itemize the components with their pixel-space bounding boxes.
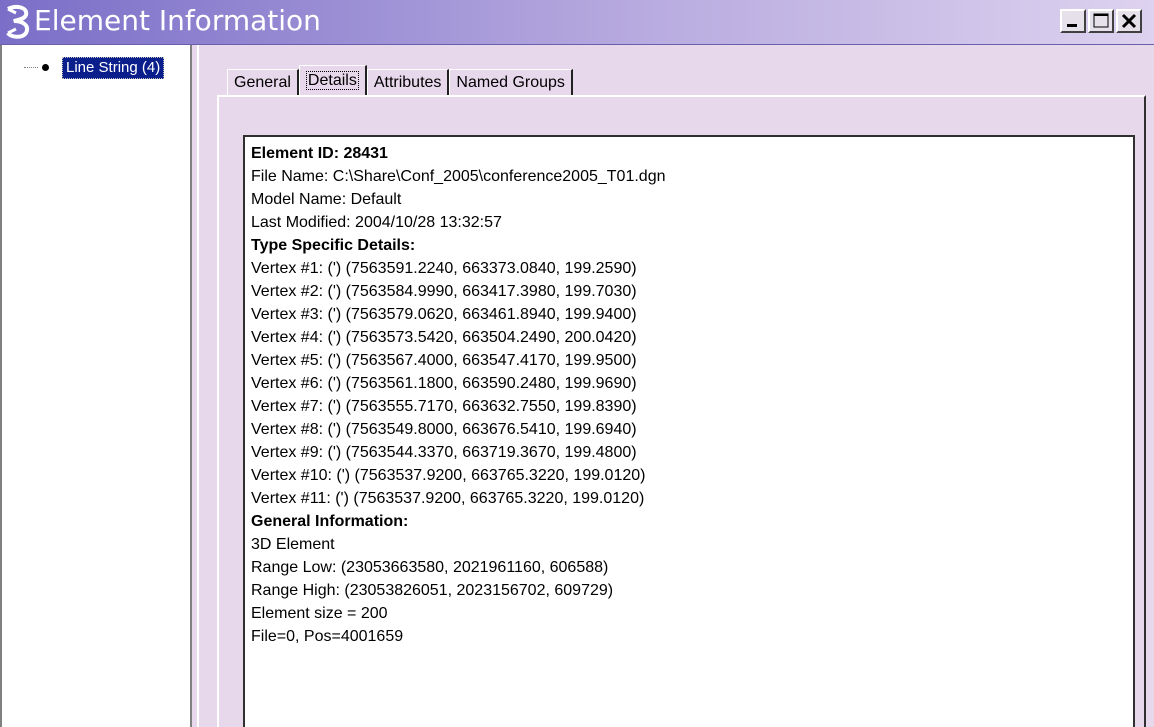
tab-attributes[interactable]: Attributes — [366, 69, 450, 96]
tab-named-groups[interactable]: Named Groups — [449, 69, 573, 96]
vertex-line: Vertex #1: (') (7563591.2240, 663373.084… — [251, 260, 637, 277]
details-text-box[interactable]: Element ID: 28431 File Name: C:\Share\Co… — [243, 135, 1135, 727]
tree-item-label[interactable]: Line String (4) — [62, 57, 165, 79]
title-bar[interactable]: Element Information — [0, 0, 1154, 45]
model-name-line: Model Name: Default — [251, 191, 402, 208]
bullet-icon — [42, 64, 49, 71]
tree-connector — [24, 67, 38, 70]
properties-panel: General Details Attributes Named Groups Ele… — [197, 45, 1154, 727]
range-low-line: Range Low: (23053663580, 2021961160, 606… — [251, 559, 609, 576]
maximize-icon — [1093, 13, 1109, 28]
vertex-line: Vertex #7: (') (7563555.7170, 663632.755… — [251, 398, 637, 415]
tab-attributes-label: Attributes — [373, 74, 442, 91]
vertex-line: Vertex #9: (') (7563544.3370, 663719.367… — [251, 444, 637, 461]
close-icon — [1121, 13, 1137, 29]
app-logo-icon — [4, 3, 34, 39]
vertex-line: Vertex #5: (') (7563567.4000, 663547.417… — [251, 352, 637, 369]
vertex-line: Vertex #6: (') (7563561.1800, 663590.248… — [251, 375, 637, 392]
type-specific-heading: Type Specific Details: — [251, 237, 416, 254]
close-button[interactable] — [1116, 9, 1142, 33]
dimension-line: 3D Element — [251, 536, 335, 553]
vertex-line: Vertex #3: (') (7563579.0620, 663461.894… — [251, 306, 637, 323]
range-high-line: Range High: (23053826051, 2023156702, 60… — [251, 582, 614, 599]
minimize-icon — [1067, 24, 1077, 27]
minimize-button[interactable] — [1060, 9, 1086, 33]
tab-content: Element ID: 28431 File Name: C:\Share\Co… — [217, 95, 1146, 727]
tab-details[interactable]: Details — [298, 65, 367, 96]
general-information-heading: General Information: — [251, 513, 409, 530]
element-size-line: Element size = 200 — [251, 605, 388, 622]
last-modified-line: Last Modified: 2004/10/28 13:32:57 — [251, 214, 502, 231]
vertex-line: Vertex #11: (') (7563537.9200, 663765.32… — [251, 490, 645, 507]
vertex-line: Vertex #10: (') (7563537.9200, 663765.32… — [251, 467, 646, 484]
file-name-line: File Name: C:\Share\Conf_2005\conference… — [251, 168, 666, 185]
element-information-window: Element Information Line String (4) Gene… — [0, 0, 1154, 727]
tab-general[interactable]: General — [227, 69, 299, 96]
element-id-line: Element ID: 28431 — [251, 145, 388, 162]
element-tree[interactable]: Line String (4) — [0, 45, 192, 727]
tab-named-groups-label: Named Groups — [456, 74, 565, 91]
maximize-button[interactable] — [1088, 9, 1114, 33]
file-pos-line: File=0, Pos=4001659 — [251, 628, 404, 645]
vertex-line: Vertex #8: (') (7563549.8000, 663676.541… — [251, 421, 637, 438]
tab-strip: General Details Attributes Named Groups — [227, 65, 573, 96]
details-lines: Element ID: 28431 File Name: C:\Share\Co… — [251, 142, 665, 648]
window-title: Element Information — [34, 4, 321, 37]
tab-general-label: General — [234, 74, 291, 91]
vertex-line: Vertex #2: (') (7563584.9990, 663417.398… — [251, 283, 637, 300]
vertex-line: Vertex #4: (') (7563573.5420, 663504.249… — [251, 329, 637, 346]
tab-details-label: Details — [305, 71, 359, 90]
